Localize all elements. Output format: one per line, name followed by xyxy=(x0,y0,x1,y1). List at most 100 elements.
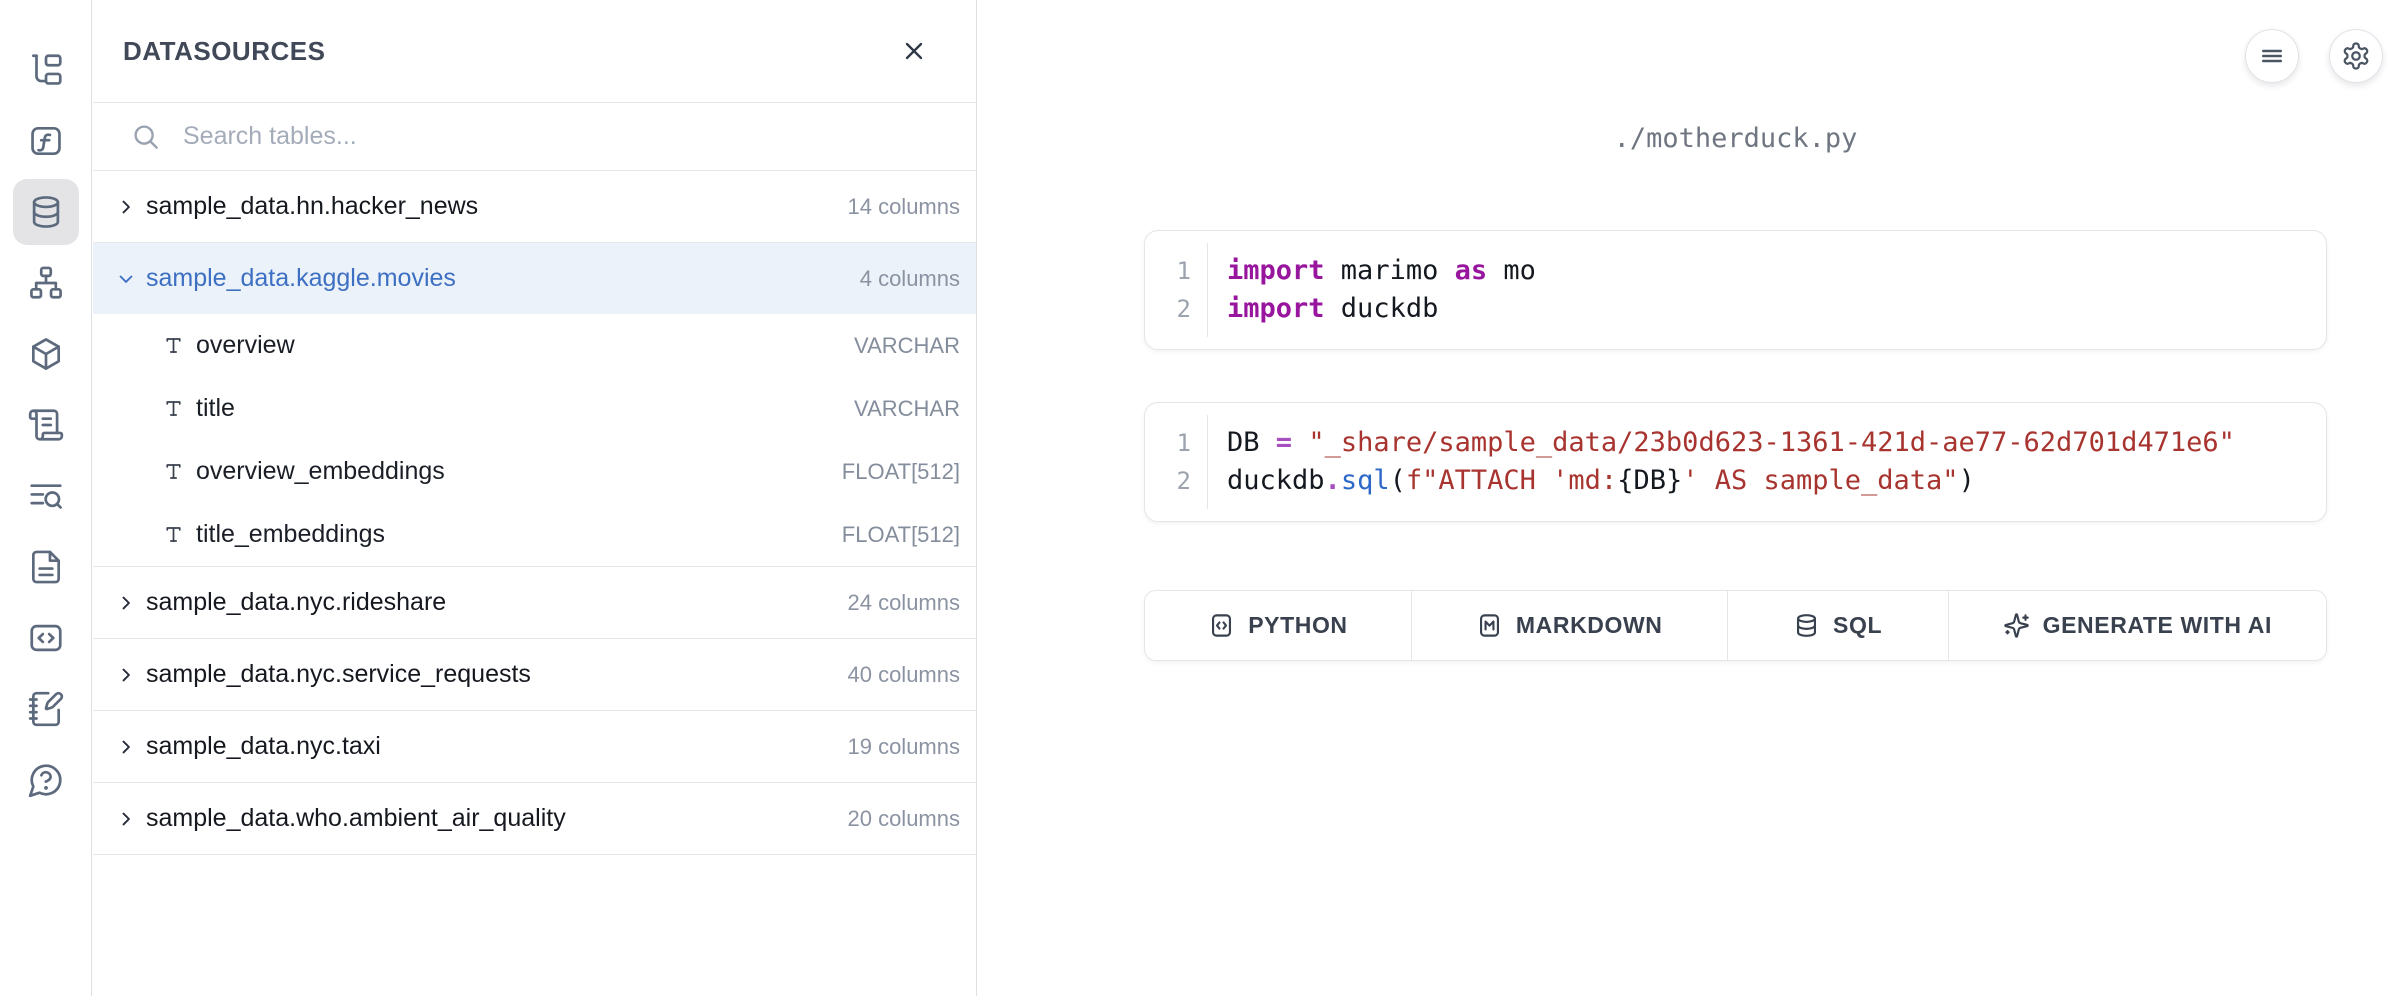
file-tree-icon xyxy=(27,51,65,89)
column-row[interactable]: overview_embeddings FLOAT[512] xyxy=(93,440,976,503)
chevron-right-icon xyxy=(115,197,137,217)
add-cell-button-label: MARKDOWN xyxy=(1516,612,1663,639)
column-count: 19 columns xyxy=(847,734,960,760)
panel-header: DATASOURCES xyxy=(93,0,976,103)
sidebar-item-datasources[interactable] xyxy=(13,179,79,245)
type-text-icon xyxy=(161,334,185,357)
help-icon xyxy=(27,761,65,799)
column-count: 14 columns xyxy=(847,194,960,220)
sidebar-item-help[interactable] xyxy=(13,747,79,813)
code-line: duckdb.sql(f"ATTACH 'md:{DB}' AS sample_… xyxy=(1227,462,2235,500)
sidebar-item-package[interactable] xyxy=(13,321,79,387)
line-number: 1 xyxy=(1145,252,1191,290)
tables-list: sample_data.hn.hacker_news14 columnssamp… xyxy=(93,171,976,855)
column-name: overview xyxy=(196,331,295,360)
sql-cell-icon xyxy=(1793,612,1820,639)
column-type: FLOAT[512] xyxy=(842,459,960,485)
close-icon xyxy=(900,37,928,65)
column-count: 20 columns xyxy=(847,806,960,832)
log-search-icon xyxy=(27,477,65,515)
column-name: title_embeddings xyxy=(196,520,385,549)
sidebar-item-file-tree[interactable] xyxy=(13,37,79,103)
panel-title: DATASOURCES xyxy=(123,36,325,67)
column-count: 4 columns xyxy=(860,266,960,292)
table-row[interactable]: sample_data.nyc.rideshare 24 columns xyxy=(93,567,976,638)
table-name: sample_data.nyc.service_requests xyxy=(146,660,531,689)
code-cell[interactable]: 12 DB = "_share/sample_data/23b0d623-1361… xyxy=(1144,402,2327,522)
code-line: import marimo as mo xyxy=(1227,252,1536,290)
table-group: sample_data.who.ambient_air_quality 20 co… xyxy=(93,783,976,855)
column-type: VARCHAR xyxy=(854,333,960,359)
column-type: VARCHAR xyxy=(854,396,960,422)
table-row[interactable]: sample_data.kaggle.movies 4 columns xyxy=(93,243,976,314)
table-name: sample_data.who.ambient_air_quality xyxy=(146,804,566,833)
table-name: sample_data.nyc.rideshare xyxy=(146,588,446,617)
add-cell-button-label: PYTHON xyxy=(1248,612,1347,639)
column-row[interactable]: overview VARCHAR xyxy=(93,314,976,377)
add-sql-button[interactable]: SQL xyxy=(1727,591,1948,660)
sparkles-icon xyxy=(2003,612,2030,639)
code-content: import marimo as moimport duckdb xyxy=(1208,231,1556,349)
scroll-icon xyxy=(27,406,65,444)
add-markdown-button[interactable]: MARKDOWN xyxy=(1411,591,1727,660)
close-panel-button[interactable] xyxy=(892,29,936,73)
settings-button[interactable] xyxy=(2329,29,2383,83)
table-group: sample_data.kaggle.movies 4 columns overvi… xyxy=(93,243,976,567)
sidebar-item-document[interactable] xyxy=(13,534,79,600)
table-row[interactable]: sample_data.hn.hacker_news 14 columns xyxy=(93,171,976,242)
package-icon xyxy=(27,335,65,373)
table-row[interactable]: sample_data.nyc.service_requests 40 colum… xyxy=(93,639,976,710)
add-cell-button-label: GENERATE WITH AI xyxy=(2043,612,2272,639)
column-count: 40 columns xyxy=(847,662,960,688)
chevron-right-icon xyxy=(115,665,137,685)
chevron-right-icon xyxy=(115,737,137,757)
table-row[interactable]: sample_data.nyc.taxi 19 columns xyxy=(93,711,976,782)
chevron-right-icon xyxy=(115,593,137,613)
table-name: sample_data.nyc.taxi xyxy=(146,732,381,761)
code-line: import duckdb xyxy=(1227,290,1536,328)
marimo-app: DATASOURCES sample_data.hn.hacker_news14… xyxy=(0,0,2399,996)
column-row[interactable]: title_embeddings FLOAT[512] xyxy=(93,503,976,566)
line-number: 2 xyxy=(1145,290,1191,328)
line-number: 2 xyxy=(1145,462,1191,500)
notebook-filename: ./motherduck.py xyxy=(1144,123,2327,154)
hamburger-menu-icon xyxy=(2257,41,2287,71)
column-name: title xyxy=(196,394,235,423)
code-cell[interactable]: 12 import marimo as moimport duckdb xyxy=(1144,230,2327,350)
sidebar-item-scratchpad[interactable] xyxy=(13,676,79,742)
table-group: sample_data.nyc.rideshare 24 columns xyxy=(93,567,976,639)
sidebar-item-scroll[interactable] xyxy=(13,392,79,458)
table-group: sample_data.nyc.taxi 19 columns xyxy=(93,711,976,783)
table-group: sample_data.nyc.service_requests 40 colum… xyxy=(93,639,976,711)
gear-icon xyxy=(2341,41,2371,71)
column-count: 24 columns xyxy=(847,590,960,616)
column-row[interactable]: title VARCHAR xyxy=(93,377,976,440)
chevron-down-icon xyxy=(115,269,137,289)
function-icon xyxy=(27,122,65,160)
column-type: FLOAT[512] xyxy=(842,522,960,548)
add-python-button[interactable]: PYTHON xyxy=(1145,591,1411,660)
type-text-icon xyxy=(161,523,185,546)
datasources-panel: DATASOURCES sample_data.hn.hacker_news 14… xyxy=(93,0,977,996)
database-icon xyxy=(27,193,65,231)
sidebar-item-function[interactable] xyxy=(13,108,79,174)
line-number: 1 xyxy=(1145,424,1191,462)
column-name: overview_embeddings xyxy=(196,457,445,486)
activity-bar xyxy=(0,0,92,996)
search-input[interactable] xyxy=(183,122,952,151)
type-text-icon xyxy=(161,460,185,483)
menu-button[interactable] xyxy=(2245,29,2299,83)
table-name: sample_data.hn.hacker_news xyxy=(146,192,478,221)
scratchpad-icon xyxy=(27,690,65,728)
table-name: sample_data.kaggle.movies xyxy=(146,264,456,293)
sidebar-item-dependency-graph[interactable] xyxy=(13,250,79,316)
document-icon xyxy=(27,548,65,586)
add-generate-with-ai-button[interactable]: GENERATE WITH AI xyxy=(1948,591,2326,660)
type-text-icon xyxy=(161,397,185,420)
cells-container: 12import marimo as moimport duckdb12DB =… xyxy=(1144,230,2327,522)
code-line: DB = "_share/sample_data/23b0d623-1361-4… xyxy=(1227,424,2235,462)
sidebar-item-log-search[interactable] xyxy=(13,463,79,529)
sidebar-item-code-snippet[interactable] xyxy=(13,605,79,671)
search-icon xyxy=(131,122,161,152)
table-row[interactable]: sample_data.who.ambient_air_quality 20 co… xyxy=(93,783,976,854)
